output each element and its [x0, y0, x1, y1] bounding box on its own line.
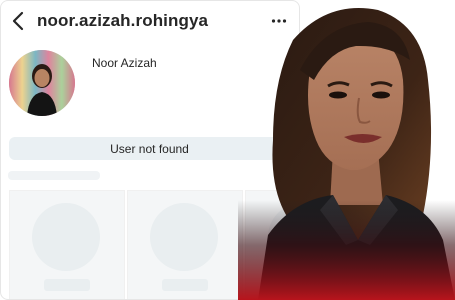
- user-not-found-text: User not found: [110, 141, 189, 156]
- chevron-left-icon[interactable]: [10, 11, 26, 31]
- display-name: Noor Azizah: [92, 56, 157, 70]
- profile-username: noor.azizah.rohingya: [37, 11, 209, 30]
- avatar[interactable]: [9, 50, 75, 116]
- placeholder-line: [8, 171, 100, 180]
- placeholder-bar: [162, 279, 208, 291]
- avatar-photo: [9, 50, 75, 116]
- placeholder-card: [127, 190, 243, 300]
- placeholder-card: [9, 190, 125, 300]
- placeholder-bar: [44, 279, 90, 291]
- placeholder-circle: [150, 203, 218, 271]
- placeholder-circle: [32, 203, 100, 271]
- person-photo: [238, 8, 455, 300]
